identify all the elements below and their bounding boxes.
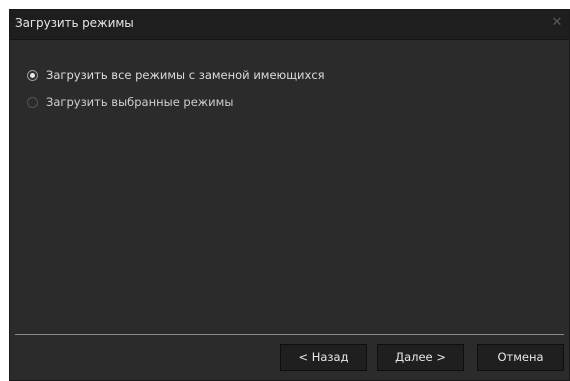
load-modes-dialog: Загрузить режимы ✕ Загрузить все режимы … (9, 9, 570, 381)
radio-button-unchecked[interactable] (27, 96, 38, 108)
title-bar: Загрузить режимы ✕ (10, 10, 569, 40)
footer-separator (15, 334, 564, 335)
dialog-content: Загрузить все режимы с заменой имеющихся… (10, 40, 569, 335)
option-label: Загрузить выбранные режимы (46, 95, 234, 109)
next-button[interactable]: Далее > (377, 344, 464, 371)
option-load-selected[interactable]: Загрузить выбранные режимы (27, 95, 233, 109)
back-button[interactable]: < Назад (280, 344, 367, 371)
close-icon[interactable]: ✕ (549, 15, 565, 31)
cancel-button[interactable]: Отмена (477, 344, 564, 371)
dialog-title: Загрузить режимы (15, 16, 134, 30)
radio-button-checked[interactable] (27, 69, 38, 81)
option-label: Загрузить все режимы с заменой имеющихся (46, 68, 325, 82)
option-load-all-replace[interactable]: Загрузить все режимы с заменой имеющихся (27, 68, 325, 82)
